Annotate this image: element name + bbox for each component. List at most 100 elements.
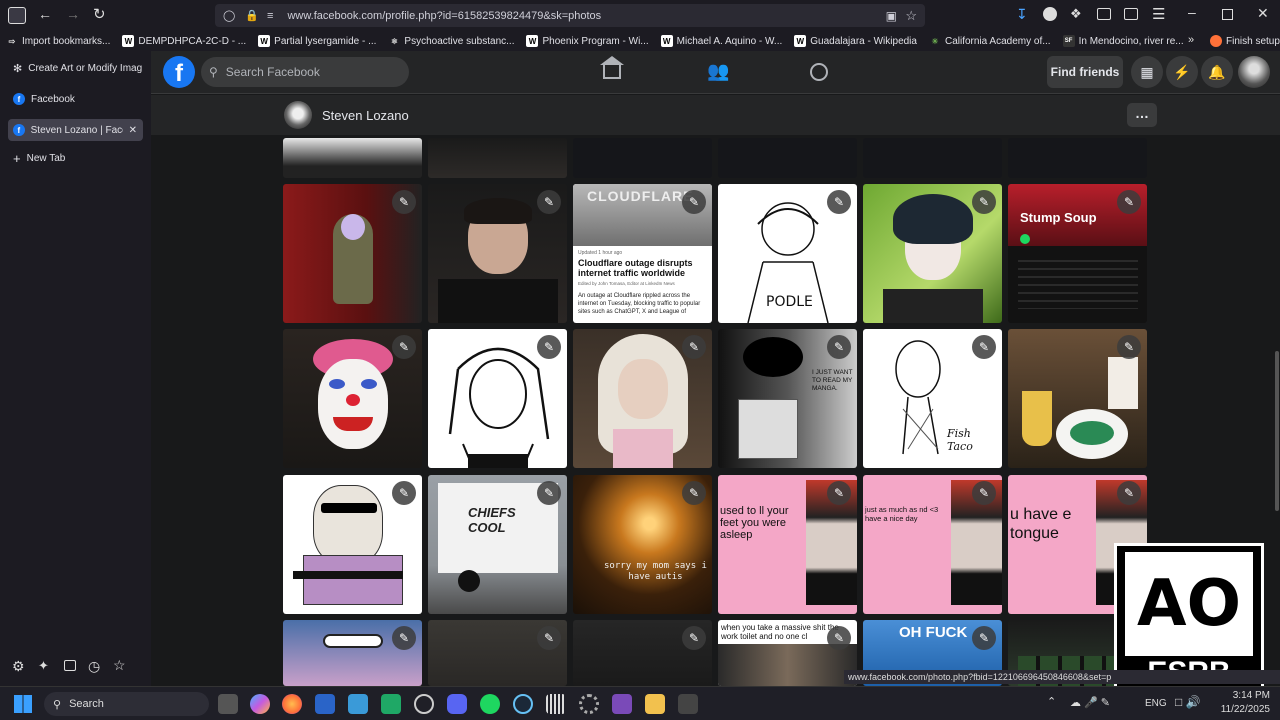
photo-tile[interactable]: used to ll your feet you were asleep ✎ xyxy=(718,475,857,614)
edit-pencil-icon[interactable]: ✎ xyxy=(1117,190,1141,214)
find-friends-button[interactable]: Find friends xyxy=(1047,56,1123,88)
friends-icon[interactable]: 👥 xyxy=(707,61,729,82)
bookmark-item[interactable]: ☀ California Academy of... xyxy=(923,35,1057,47)
photo-tile[interactable]: Fish Taco ✎ xyxy=(863,329,1002,468)
vpn-icon[interactable] xyxy=(1043,7,1057,21)
app-icon-circle[interactable] xyxy=(414,694,434,714)
sidebar-toggle-icon[interactable] xyxy=(8,7,26,24)
back-icon[interactable]: ← xyxy=(38,6,52,22)
edit-pencil-icon[interactable]: ✎ xyxy=(827,335,851,359)
language-indicator[interactable]: ENG xyxy=(1145,698,1167,709)
edit-pencil-icon[interactable]: ✎ xyxy=(392,626,416,650)
finish-setup-link[interactable]: Finish setup xyxy=(1210,35,1280,47)
edit-pencil-icon[interactable]: ✎ xyxy=(537,626,561,650)
menu-icon[interactable]: ☰ xyxy=(1152,5,1165,23)
screenshot-icon[interactable]: ▣ xyxy=(886,9,897,23)
tab-steven-lozano[interactable]: f Steven Lozano | Faceb ✕ xyxy=(8,119,143,141)
photo-tile[interactable]: just as much as nd <3 have a nice day ✎ xyxy=(863,475,1002,614)
edit-pencil-icon[interactable]: ✎ xyxy=(392,335,416,359)
edit-pencil-icon[interactable]: ✎ xyxy=(827,481,851,505)
close-tab-icon[interactable]: ✕ xyxy=(129,125,137,136)
messenger-icon[interactable]: ⚡ xyxy=(1166,56,1198,88)
photo-tile[interactable]: sorry my mom says i have autis ✎ xyxy=(573,475,712,614)
bookmark-item[interactable]: W Guadalajara - Wikipedia xyxy=(788,35,923,47)
edit-pencil-icon[interactable]: ✎ xyxy=(827,190,851,214)
photo-tile[interactable] xyxy=(1008,138,1147,178)
photo-tile[interactable]: ✎ xyxy=(573,620,712,686)
bookmark-item[interactable]: W DEMPDHPCA-2C-D - ... xyxy=(116,35,252,47)
edit-pencil-icon[interactable]: ✎ xyxy=(682,481,706,505)
menu-grid-icon[interactable]: ▦ xyxy=(1131,56,1163,88)
photo-tile[interactable] xyxy=(428,138,567,178)
bookmark-item[interactable]: SF In Mendocino, river re... xyxy=(1057,35,1190,47)
bookmark-item[interactable]: W Phoenix Program - Wi... xyxy=(520,35,654,47)
file-explorer-icon[interactable] xyxy=(645,694,665,714)
taskbar-search[interactable]: ⚲ Search xyxy=(44,692,209,716)
app-icon-media[interactable] xyxy=(612,694,632,714)
edit-pencil-icon[interactable]: ✎ xyxy=(537,481,561,505)
app-icon-dark[interactable] xyxy=(678,694,698,714)
notepad-icon[interactable] xyxy=(348,694,368,714)
bookmark-item[interactable]: W Michael A. Aquino - W... xyxy=(655,35,789,47)
photo-tile[interactable]: I JUST WANT TO READ MY MANGA. ✎ xyxy=(718,329,857,468)
forward-icon[interactable]: → xyxy=(66,6,80,22)
clock-date[interactable]: 11/22/2025 xyxy=(1210,704,1270,715)
tab-create-art[interactable]: ✻ Create Art or Modify Imag xyxy=(8,57,143,79)
bookmark-import[interactable]: ⇨ Import bookmarks... xyxy=(0,35,116,47)
account-avatar[interactable] xyxy=(1238,56,1270,88)
bookmark-item[interactable]: W Partial lysergamide - ... xyxy=(252,35,382,47)
bookmark-item[interactable]: ⚛ Psychoactive substanc... xyxy=(382,35,520,47)
photo-tile[interactable]: PODLE ✎ xyxy=(718,184,857,323)
spotify-icon[interactable] xyxy=(480,694,500,714)
edit-pencil-icon[interactable]: ✎ xyxy=(1117,335,1141,359)
notifications-bell-icon[interactable]: 🔔 xyxy=(1201,56,1233,88)
windows-start-icon[interactable] xyxy=(14,695,32,713)
downloads-icon[interactable]: ↧ xyxy=(1016,6,1028,23)
edit-pencil-icon[interactable]: ✎ xyxy=(972,190,996,214)
photo-tile[interactable]: ✎ xyxy=(283,329,422,468)
photo-tile[interactable]: ✎ xyxy=(573,329,712,468)
edit-pencil-icon[interactable]: ✎ xyxy=(682,626,706,650)
reload-icon[interactable]: ↻ xyxy=(93,5,106,23)
restore-icon[interactable] xyxy=(1222,9,1233,20)
firefox-icon[interactable] xyxy=(282,694,302,714)
audio-app-icon[interactable] xyxy=(546,694,566,714)
url-text[interactable]: www.facebook.com/profile.php?id=61582539… xyxy=(287,10,601,22)
task-view-icon[interactable] xyxy=(218,694,238,714)
app-icon-blue[interactable] xyxy=(315,694,335,714)
edit-pencil-icon[interactable]: ✎ xyxy=(972,335,996,359)
tray-overflow-icon[interactable]: ⌃ xyxy=(1047,695,1056,708)
extensions-icon[interactable]: ❖ xyxy=(1070,6,1082,22)
edit-pencil-icon[interactable]: ✎ xyxy=(1117,481,1141,505)
photo-tile[interactable]: when you take a massive shit the work to… xyxy=(718,620,857,686)
synced-tabs-icon[interactable] xyxy=(64,660,76,671)
new-tab-button[interactable]: + New Tab xyxy=(8,147,143,169)
edit-pencil-icon[interactable]: ✎ xyxy=(972,481,996,505)
photo-tile[interactable]: ✎ xyxy=(1008,329,1147,468)
settings-gear-icon[interactable] xyxy=(579,694,599,714)
bookmarks-overflow-icon[interactable]: » xyxy=(1188,34,1194,46)
network-volume-icons[interactable]: □ 🔊 xyxy=(1175,695,1201,709)
profile-name[interactable]: Steven Lozano xyxy=(322,108,409,123)
bookmark-star-icon[interactable]: ☆ xyxy=(905,8,917,24)
bookmarks-star-icon[interactable]: ☆ xyxy=(113,657,126,674)
ai-chat-icon[interactable]: ✦ xyxy=(38,658,49,674)
edit-pencil-icon[interactable]: ✎ xyxy=(682,335,706,359)
tray-icons[interactable]: ☁ 🎤 ✎ xyxy=(1070,696,1110,709)
search-input[interactable]: ⚲ Search Facebook xyxy=(201,57,409,87)
more-options-button[interactable]: … xyxy=(1127,103,1157,127)
copilot-icon[interactable] xyxy=(250,694,270,714)
reader-icon[interactable] xyxy=(1124,8,1138,20)
minimize-icon[interactable]: – xyxy=(1188,4,1196,20)
permissions-icon[interactable]: ≡ xyxy=(267,10,273,22)
photo-tile[interactable]: ✎ xyxy=(283,184,422,323)
photo-tile[interactable] xyxy=(283,138,422,178)
photo-tile[interactable]: CLOUDFLARE Updated 1 hour ago Cloudflare… xyxy=(573,184,712,323)
photo-tile[interactable]: ✎ xyxy=(283,475,422,614)
tab-facebook[interactable]: f Facebook xyxy=(8,88,143,110)
photo-tile[interactable]: CHIEFS COOL ✎ xyxy=(428,475,567,614)
container-icon[interactable] xyxy=(1097,8,1111,20)
edit-pencil-icon[interactable]: ✎ xyxy=(827,626,851,650)
photo-tile[interactable]: ✎ xyxy=(428,329,567,468)
history-icon[interactable]: ◷ xyxy=(88,658,100,675)
